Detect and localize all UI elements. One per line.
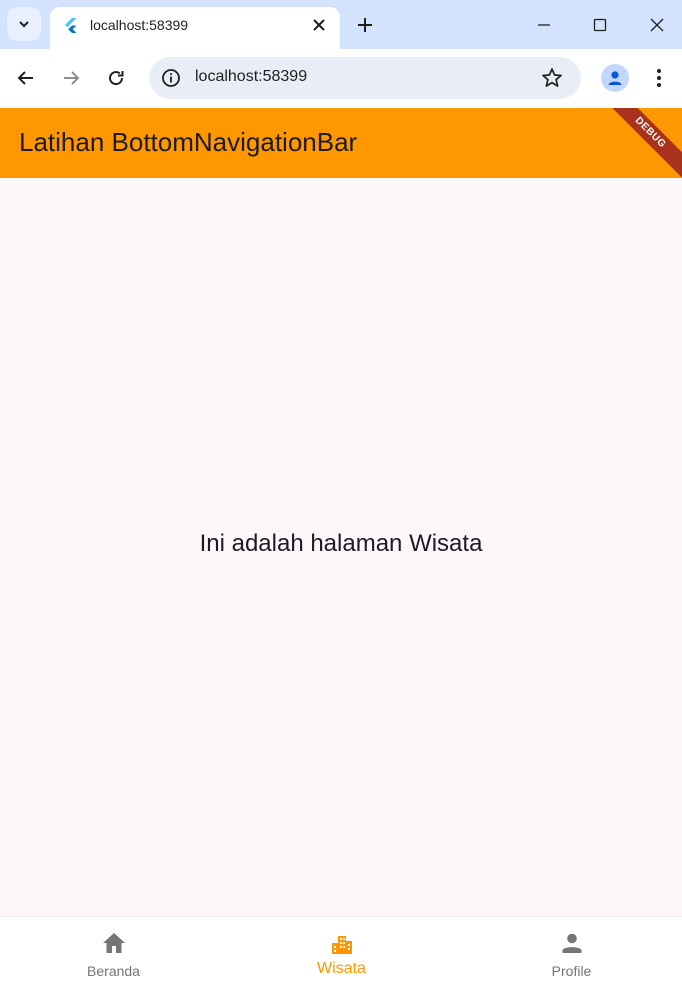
home-icon <box>100 929 128 957</box>
person-icon <box>558 929 586 957</box>
url-text: localhost:58399 <box>195 68 308 85</box>
new-tab-button[interactable] <box>354 14 376 36</box>
city-icon <box>328 929 356 957</box>
reload-button[interactable] <box>103 65 129 91</box>
address-bar[interactable]: localhost:58399 <box>149 57 581 99</box>
minimize-icon <box>538 24 550 26</box>
nav-item-beranda[interactable]: Beranda <box>0 917 227 987</box>
tab-search-button[interactable] <box>7 7 41 41</box>
browser-tab[interactable]: localhost:58399 <box>50 7 340 49</box>
app-bar: Latihan BottomNavigationBar DEBUG <box>0 108 682 178</box>
browser-menu-button[interactable] <box>648 66 670 90</box>
nav-label-wisata: Wisata <box>317 960 366 977</box>
debug-banner: DEBUG <box>601 108 682 178</box>
page-content-text: Ini adalah halaman Wisata <box>199 530 483 557</box>
bottom-navigation-bar: Beranda Wisata Profile <box>0 916 682 987</box>
tab-close-button[interactable] <box>310 16 328 34</box>
flutter-icon <box>65 18 77 33</box>
maximize-button[interactable] <box>587 12 613 38</box>
chevron-down-icon <box>19 21 29 28</box>
maximize-icon <box>593 18 607 32</box>
close-icon <box>313 19 325 31</box>
close-window-button[interactable] <box>644 12 670 38</box>
info-icon[interactable] <box>161 68 181 88</box>
plus-icon <box>358 18 372 32</box>
tab-title: localhost:58399 <box>90 17 189 33</box>
nav-label-beranda: Beranda <box>87 963 140 979</box>
profile-avatar-button[interactable] <box>601 64 629 92</box>
more-vert-icon <box>657 69 661 87</box>
minimize-button[interactable] <box>531 12 557 38</box>
forward-button[interactable] <box>58 65 84 91</box>
account-icon <box>608 71 622 85</box>
close-icon <box>650 18 664 32</box>
app-title: Latihan BottomNavigationBar <box>19 127 358 157</box>
bookmark-star-icon[interactable] <box>541 67 563 89</box>
nav-label-profile: Profile <box>551 963 592 979</box>
reload-icon <box>109 71 124 86</box>
nav-item-profile[interactable]: Profile <box>458 917 682 987</box>
arrow-left-icon <box>17 71 33 85</box>
arrow-right-icon <box>64 71 80 85</box>
nav-item-wisata[interactable]: Wisata <box>228 917 455 987</box>
browser-tab-strip: localhost:58399 <box>0 0 682 49</box>
browser-toolbar: localhost:58399 <box>0 49 682 108</box>
back-button[interactable] <box>13 65 39 91</box>
